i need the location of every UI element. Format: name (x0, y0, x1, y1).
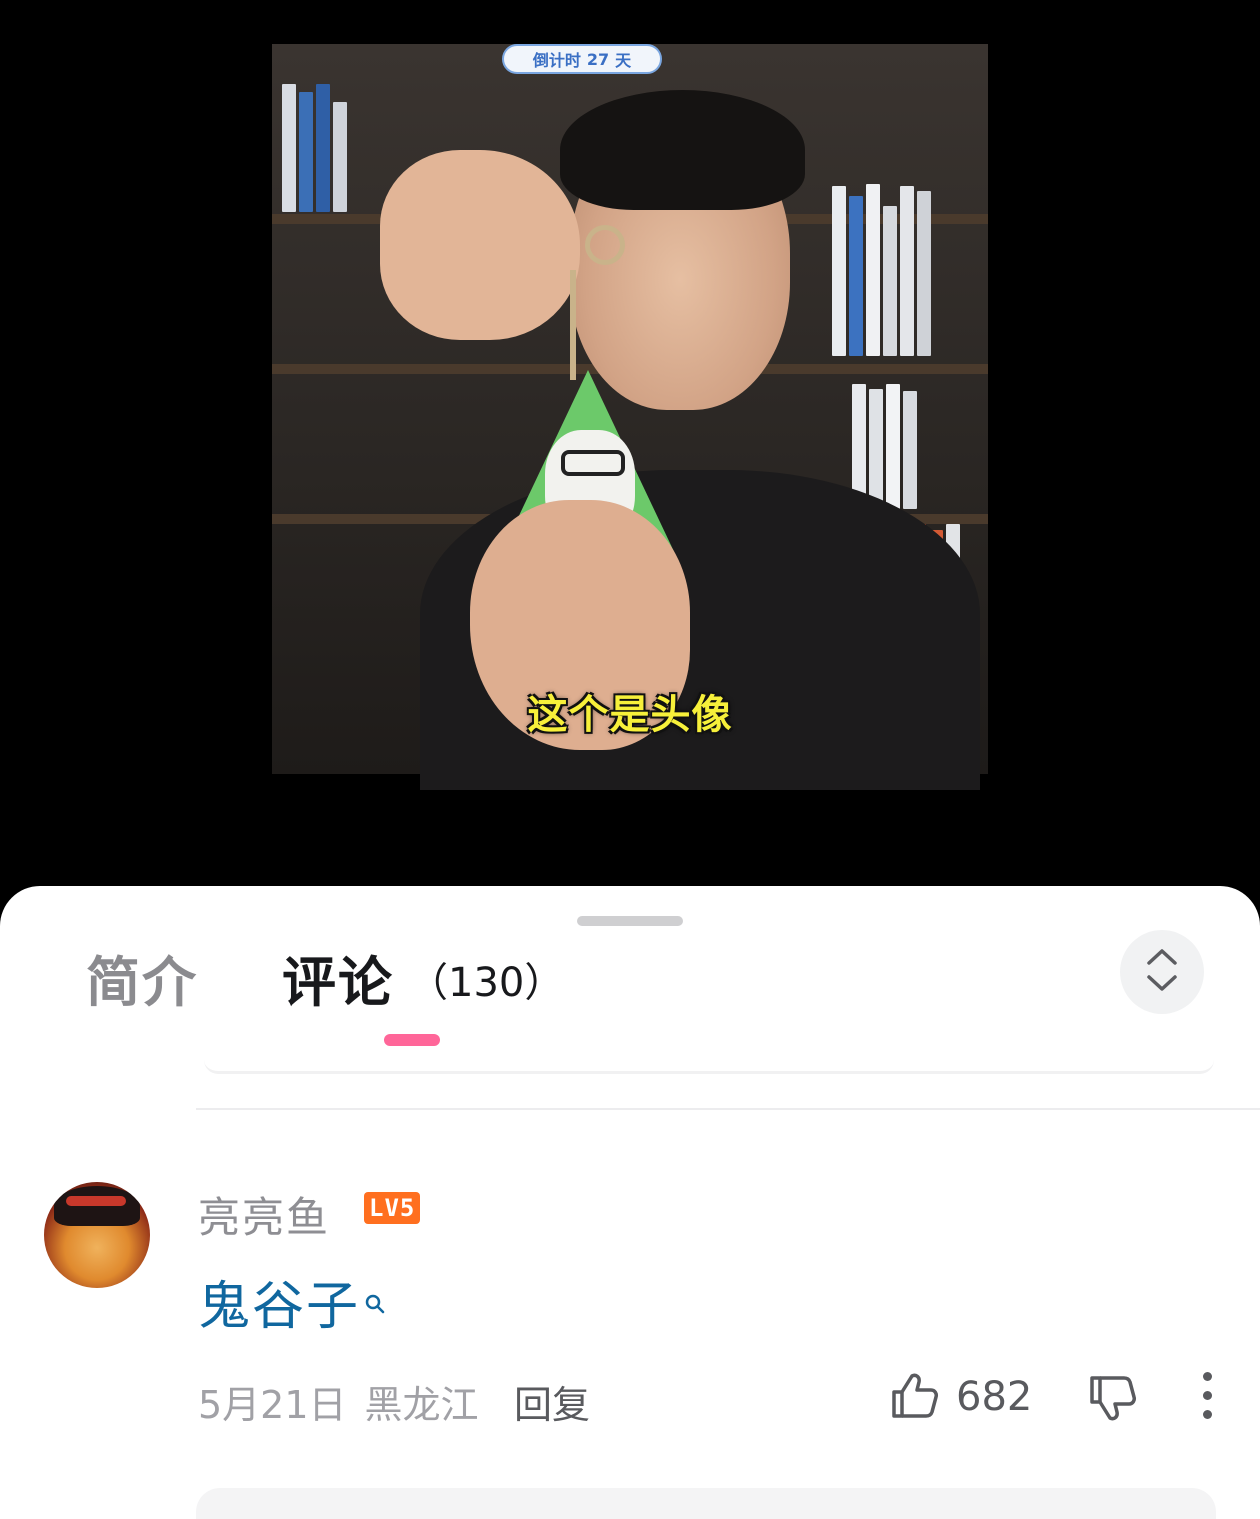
comment-meta: 5月21日 黑龙江 (198, 1374, 479, 1429)
video-subtitle: 这个是头像 (527, 692, 733, 738)
reply-preview-card[interactable] (196, 1488, 1216, 1519)
tab-intro[interactable]: 简介 (86, 938, 198, 1017)
level-badge: LV5 (364, 1192, 421, 1224)
books-decoration (282, 84, 347, 212)
countdown-label: 倒计时 (532, 51, 581, 70)
comment-search-link[interactable]: 鬼谷子 (198, 1264, 360, 1339)
active-tab-indicator (384, 1034, 440, 1046)
comment-username[interactable]: 亮亮鱼 (198, 1184, 330, 1245)
thumbs-up-icon[interactable] (888, 1370, 940, 1426)
thumbs-down-icon[interactable] (1086, 1372, 1138, 1428)
keychain (570, 270, 576, 380)
avatar-hat (54, 1186, 140, 1226)
comment-location: 黑龙江 (364, 1383, 479, 1427)
comment-date: 5月21日 (198, 1383, 347, 1427)
like-count: 682 (956, 1374, 1033, 1420)
countdown-unit: 天 (615, 51, 632, 70)
more-vertical-icon[interactable] (1196, 1372, 1220, 1420)
previous-item-edge (204, 1056, 1214, 1074)
tab-comments[interactable]: 评论 (282, 938, 394, 1017)
expand-collapse-button[interactable] (1120, 930, 1204, 1014)
avatar[interactable] (44, 1182, 150, 1288)
comments-sheet: 简介 评论 （130） 亮亮鱼 LV5 鬼谷子 5月21日 黑龙江 回复 682 (0, 886, 1260, 1519)
reply-button[interactable]: 回复 (514, 1374, 590, 1429)
countdown-days: 27 (586, 49, 610, 69)
drag-handle[interactable] (577, 916, 683, 926)
countdown-badge: 倒计时 27 天 (502, 44, 662, 74)
hand (380, 150, 580, 340)
books-decoration (832, 184, 931, 356)
person-hair (560, 90, 805, 210)
keyring (585, 225, 625, 265)
comment-count: （130） (408, 960, 565, 1006)
video-player[interactable]: 倒计时 27 天 这个是头像 (0, 0, 1260, 900)
divider (196, 1108, 1260, 1110)
search-icon (364, 1268, 386, 1328)
comment-content[interactable]: 鬼谷子 (198, 1264, 386, 1339)
expand-collapse-icon (1145, 945, 1179, 999)
books-decoration (852, 384, 917, 509)
